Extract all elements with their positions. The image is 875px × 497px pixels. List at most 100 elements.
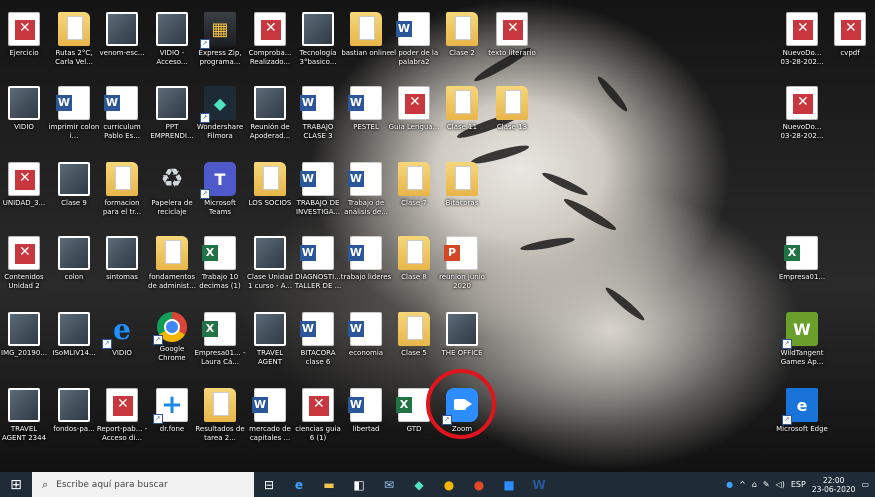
- desktop-icon-pdf[interactable]: Comproba... Realizado...: [244, 12, 296, 66]
- desktop-icon-folder[interactable]: Clase 8: [388, 236, 440, 282]
- desktop-icon-pdf[interactable]: Contenidos Unidad 2: [0, 236, 50, 290]
- desktop-icon-label: Empresa01... - Laura Cá...: [194, 349, 246, 366]
- desktop-icon-chrome[interactable]: ↗ Google Chrome: [146, 312, 198, 362]
- desktop-icon-photo[interactable]: PPT EMPRENDI...: [146, 86, 198, 140]
- desktop-icon-word[interactable]: mercado de capitales ...: [244, 388, 296, 442]
- desktop-icon-folder[interactable]: bastian online: [340, 12, 392, 58]
- desktop-icon-photo[interactable]: Reunión de Apoderad...: [244, 86, 296, 140]
- desktop-icon-excel[interactable]: Trabajo 10 decimas (1): [194, 236, 246, 290]
- clock[interactable]: 22:00 23-06-2020: [812, 476, 856, 494]
- language-indicator[interactable]: ESP: [791, 480, 806, 489]
- desktop-icon-word[interactable]: trabajo lideres: [340, 236, 392, 282]
- desktop-icon-word[interactable]: el poder de la palabra2: [388, 12, 440, 66]
- desktop-icon-folder[interactable]: Bitacoras: [436, 162, 488, 208]
- desktop-icon-folder[interactable]: Clase 5: [388, 312, 440, 358]
- desktop-icon-pdf[interactable]: NuevoDo... 03-28-202...: [776, 86, 828, 140]
- desktop-icon-label: Clase 2: [449, 49, 475, 57]
- desktop-icon-excel[interactable]: Empresa01... - Laura Cá...: [194, 312, 246, 366]
- windows-start-icon[interactable]: ⊞: [0, 472, 32, 497]
- filmora-taskbar-icon[interactable]: ◆: [404, 472, 434, 497]
- desktop-icon-wt[interactable]: ↗WildTangent Games Ap...: [776, 312, 828, 366]
- desktop-icon-word[interactable]: TRABAJO DE INVESTIGA...: [292, 162, 344, 216]
- desktop-icon-folder[interactable]: Resultados de tarea 2...: [194, 388, 246, 442]
- desktop-icon-filmora[interactable]: ↗Wondershare Filmora: [194, 86, 246, 140]
- desktop-icon-zip[interactable]: ↗Express Zip, programa...: [194, 12, 246, 66]
- desktop-icon-word[interactable]: Trabajo de análisis de...: [340, 162, 392, 216]
- word-icon: [348, 236, 382, 270]
- desktop-icon-pdf[interactable]: UNIDAD_3...: [0, 162, 50, 208]
- desktop-icon-word[interactable]: libertad: [340, 388, 392, 434]
- desktop-icon-folder[interactable]: Clase 7: [388, 162, 440, 208]
- desktop-icon-folder[interactable]: formacion para el tr...: [96, 162, 148, 216]
- desktop-icon-edge[interactable]: ↗Microsoft Edge: [776, 388, 828, 434]
- desktop-icon-folder[interactable]: Clase 11: [436, 86, 488, 132]
- desktop-icon-word[interactable]: BITACORA clase 6: [292, 312, 344, 366]
- desktop-icon-folder[interactable]: Clase 2: [436, 12, 488, 58]
- desktop-icon-pdf[interactable]: NuevoDo... 03-28-202...: [776, 12, 828, 66]
- desktop-icon-word[interactable]: TRABAJO CLASE 3: [292, 86, 344, 140]
- clock-time: 22:00: [822, 475, 845, 485]
- desktop-icon-photo[interactable]: Tecnología 3°basico...: [292, 12, 344, 66]
- desktop-icon-recycle[interactable]: Papelera de reciclaje: [146, 162, 198, 216]
- desktop-icon-pdf[interactable]: Guia Lengua...: [388, 86, 440, 132]
- desktop-icon-photo[interactable]: Clase Unidad 1 curso - A...: [244, 236, 296, 290]
- desktop-icon-word[interactable]: PESTEL: [340, 86, 392, 132]
- desktop-icon-photo[interactable]: Clase 9: [48, 162, 100, 208]
- desktop-icon-pdf[interactable]: cvpdf: [824, 12, 875, 58]
- folder-icon: [58, 12, 90, 46]
- mail-icon[interactable]: ✉: [374, 472, 404, 497]
- desktop-icon-ie[interactable]: ↗VIDIO: [96, 312, 148, 358]
- desktop-icon-label: Clase Unidad 1 curso - A...: [247, 273, 293, 290]
- desktop-icon-excel[interactable]: Empresa01...: [776, 236, 828, 282]
- desktop-icon-photo[interactable]: venom-esc...: [96, 12, 148, 58]
- desktop-icon-pdf[interactable]: Ejercicio: [0, 12, 50, 58]
- edge-taskbar-icon[interactable]: e: [284, 472, 314, 497]
- desktop-icon-ppt[interactable]: reunion junio 2020: [436, 236, 488, 290]
- wt-icon: ↗: [782, 312, 818, 349]
- desktop-icon-teams[interactable]: ↗Microsoft Teams: [194, 162, 246, 216]
- desktop-icon-label: trabajo lideres: [340, 273, 392, 281]
- taskbar-search-box[interactable]: ⌕ Escribe aquí para buscar: [32, 472, 254, 497]
- desktop-icon-drfone[interactable]: ↗dr.fone: [146, 388, 198, 434]
- desktop-icon-folder[interactable]: LOS SOCIOS: [244, 162, 296, 208]
- desktop-icon-word[interactable]: imprimir colon i...: [48, 86, 100, 140]
- desktop-icon-photo[interactable]: fondos-pa...: [48, 388, 100, 434]
- desktop-icon-pdf[interactable]: texto literario: [486, 12, 538, 58]
- desktop-icon-folder[interactable]: fondamentos de administ...: [146, 236, 198, 290]
- desktop-icon-word[interactable]: economia: [340, 312, 392, 358]
- desktop-icon-folder[interactable]: Rutas 2°C, Carla Vel...: [48, 12, 100, 66]
- desktop-icon-photo[interactable]: IMG_20190...: [0, 312, 50, 358]
- people-icon[interactable]: ●: [726, 480, 733, 489]
- task-view-icon[interactable]: ⊟: [254, 472, 284, 497]
- desktop-icon-photo[interactable]: ISoMLIV14...: [48, 312, 100, 358]
- desktop-icon-pdf[interactable]: Report-pab... - Acceso di...: [96, 388, 148, 442]
- ie-icon: ↗: [102, 312, 138, 349]
- chevron-up-icon[interactable]: ^: [739, 480, 746, 489]
- desktop-icon-pdf[interactable]: ciencias guia 6 (1): [292, 388, 344, 442]
- desktop-icon-photo[interactable]: THE OFFICE: [436, 312, 488, 358]
- desktop-icon-word[interactable]: DIAGNOSTI... TALLER DE ...: [292, 236, 344, 290]
- zoom-taskbar-icon[interactable]: ■: [494, 472, 524, 497]
- chrome-taskbar-icon[interactable]: ●: [434, 472, 464, 497]
- desktop-icon-label: VIDIO: [14, 123, 34, 131]
- desktop-icon-photo[interactable]: VIDIO: [0, 86, 50, 132]
- desktop-icon-photo[interactable]: colon: [48, 236, 100, 282]
- desktop-icon-photo[interactable]: TRAVEL AGENT: [244, 312, 296, 366]
- pen-icon[interactable]: ✎: [763, 480, 770, 489]
- clock-date: 23-06-2020: [811, 484, 856, 494]
- network-icon[interactable]: ⌂: [752, 480, 757, 489]
- app-taskbar-icon[interactable]: ●: [464, 472, 494, 497]
- desktop-icon-folder[interactable]: Clase 13: [486, 86, 538, 132]
- word-taskbar-icon[interactable]: W: [524, 472, 554, 497]
- volume-icon[interactable]: ◁): [776, 480, 785, 489]
- store-icon[interactable]: ◧: [344, 472, 374, 497]
- desktop-icon-photo[interactable]: TRAVEL AGENT 2344: [0, 388, 50, 442]
- desktop-icon-label: Empresa01...: [778, 273, 826, 281]
- desktop-icon-word[interactable]: curriculum Pablo Es...: [96, 86, 148, 140]
- drfone-icon: ↗: [153, 388, 188, 424]
- notifications-icon[interactable]: ▭: [861, 480, 869, 489]
- file-explorer-icon[interactable]: ▬: [314, 472, 344, 497]
- desktop-icon-photo[interactable]: VIDIO - Acceso...: [146, 12, 198, 66]
- desktop-icon-photo[interactable]: sintomas: [96, 236, 148, 282]
- folder-icon: [446, 12, 478, 46]
